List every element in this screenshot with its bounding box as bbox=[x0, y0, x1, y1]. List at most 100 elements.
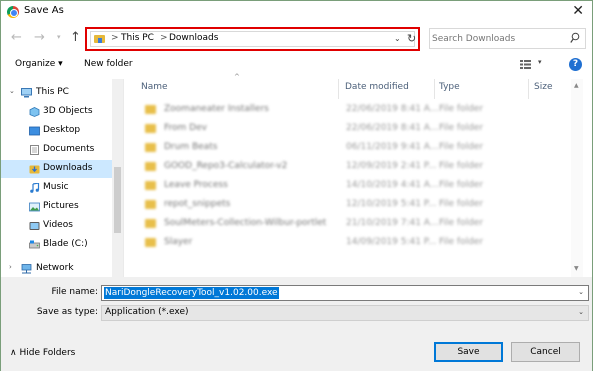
collapse-chevron-icon[interactable]: ⌄ bbox=[9, 87, 15, 95]
save-as-type-label: Save as type: bbox=[36, 307, 98, 317]
file-type: File folder bbox=[439, 199, 484, 209]
breadcrumb-this-pc[interactable]: This PC bbox=[121, 33, 154, 43]
nav-scrollbar[interactable] bbox=[112, 79, 123, 277]
file-date: 14/10/2019 4:41 A... bbox=[346, 180, 439, 190]
nav-item-this-pc[interactable]: ⌄ This PC bbox=[1, 84, 112, 102]
file-list-scrollbar[interactable]: ▲ ▼ bbox=[571, 79, 583, 277]
column-divider[interactable] bbox=[338, 79, 339, 99]
save-button[interactable]: Save bbox=[434, 342, 503, 362]
file-list: ^ Name Date modified Type Size Zoomaneat… bbox=[125, 73, 592, 277]
cancel-button[interactable]: Cancel bbox=[511, 342, 580, 362]
file-date: 22/06/2019 8:41 A... bbox=[346, 104, 439, 114]
folder-icon bbox=[145, 238, 156, 247]
file-row[interactable]: GOOD_Repo3-Calculator-v2 12/09/2019 2:41… bbox=[125, 158, 565, 176]
file-name: Slayer bbox=[164, 237, 193, 247]
scroll-up-icon[interactable]: ▲ bbox=[574, 82, 579, 89]
save-as-type-value: Application (*.exe) bbox=[105, 307, 189, 317]
address-dropdown-icon[interactable]: ⌄ bbox=[394, 34, 401, 43]
nav-item-documents[interactable]: Documents bbox=[1, 141, 112, 159]
file-row[interactable]: Slayer 14/09/2019 5:41 P... File folder bbox=[125, 234, 565, 252]
file-name-dropdown-icon[interactable]: ⌄ bbox=[578, 288, 584, 296]
nav-item-label: Network bbox=[36, 263, 74, 273]
search-box[interactable] bbox=[429, 28, 586, 49]
file-name-field[interactable]: NariDongleRecoveryTool_v1.02.00.exe ⌄ bbox=[101, 285, 589, 301]
column-header-size[interactable]: Size bbox=[534, 82, 552, 92]
hide-folders-button[interactable]: ∧ Hide Folders bbox=[10, 348, 75, 358]
file-type: File folder bbox=[439, 180, 484, 190]
file-name: repot_snippets bbox=[164, 199, 231, 209]
nav-item-label: 3D Objects bbox=[43, 106, 93, 116]
view-options-icon[interactable] bbox=[520, 60, 531, 69]
column-divider[interactable] bbox=[434, 79, 435, 99]
file-row[interactable]: Drum Beats 06/11/2019 9:41 A... File fol… bbox=[125, 139, 565, 157]
folder-icon bbox=[145, 124, 156, 133]
column-divider[interactable] bbox=[528, 79, 529, 99]
file-name: Zoomaneater Installers bbox=[164, 104, 269, 114]
column-header-name[interactable]: Name bbox=[141, 82, 168, 92]
view-dropdown-icon[interactable]: ▾ bbox=[538, 58, 542, 66]
file-name: SoulMeters-Collection-Wilbur-portlet bbox=[164, 218, 327, 228]
save-as-type-select[interactable]: Application (*.exe) ⌄ bbox=[101, 305, 589, 321]
address-bar[interactable]: > This PC > Downloads ⌄ ↻ bbox=[90, 31, 416, 47]
pc-icon bbox=[21, 88, 32, 98]
nav-item-pictures[interactable]: Pictures bbox=[1, 198, 112, 216]
nav-scrollbar-thumb[interactable] bbox=[114, 167, 121, 233]
scroll-down-icon[interactable]: ▼ bbox=[574, 265, 579, 272]
music-folder-icon bbox=[30, 183, 40, 193]
new-folder-button[interactable]: New folder bbox=[84, 59, 133, 69]
file-name: From Dev bbox=[164, 123, 207, 133]
file-row[interactable]: SoulMeters-Collection-Wilbur-portlet 21/… bbox=[125, 215, 565, 233]
nav-item-3d-objects[interactable]: 3D Objects bbox=[1, 103, 112, 121]
drive-icon bbox=[29, 240, 40, 249]
expand-chevron-icon[interactable]: › bbox=[9, 263, 12, 271]
folder-icon bbox=[145, 105, 156, 114]
nav-item-desktop[interactable]: Desktop bbox=[1, 122, 112, 140]
recent-locations-chevron-icon[interactable]: ▾ bbox=[57, 33, 61, 41]
save-as-type-dropdown-icon[interactable]: ⌄ bbox=[578, 308, 584, 316]
chrome-icon bbox=[7, 6, 19, 18]
nav-item-music[interactable]: Music bbox=[1, 179, 112, 197]
documents-folder-icon bbox=[30, 145, 39, 155]
file-name: Leave Process bbox=[164, 180, 228, 190]
file-row[interactable]: repot_snippets 12/10/2019 5:41 P... File… bbox=[125, 196, 565, 214]
search-input[interactable] bbox=[432, 32, 562, 45]
folder-icon bbox=[145, 219, 156, 228]
nav-item-network[interactable]: › Network bbox=[1, 260, 112, 278]
up-arrow-icon[interactable]: ↑ bbox=[70, 30, 81, 45]
file-name-value[interactable]: NariDongleRecoveryTool_v1.02.00.exe bbox=[104, 287, 279, 299]
column-header-date[interactable]: Date modified bbox=[345, 82, 409, 92]
file-row[interactable]: From Dev 22/06/2019 8:41 A... File folde… bbox=[125, 120, 565, 138]
nav-item-label: Videos bbox=[43, 220, 73, 230]
search-icon[interactable] bbox=[570, 32, 580, 44]
file-name: GOOD_Repo3-Calculator-v2 bbox=[164, 161, 288, 171]
cube-folder-icon bbox=[29, 107, 40, 117]
organize-menu[interactable]: Organize ▾ bbox=[15, 59, 63, 69]
navigation-pane: ⌄ This PC 3D Objects Desktop Documents D… bbox=[1, 79, 124, 277]
nav-item-blade-drive[interactable]: Blade (C:) bbox=[1, 236, 112, 254]
file-type: File folder bbox=[439, 161, 484, 171]
file-type: File folder bbox=[439, 142, 484, 152]
file-row[interactable]: Leave Process 14/10/2019 4:41 A... File … bbox=[125, 177, 565, 195]
refresh-icon[interactable]: ↻ bbox=[407, 32, 416, 45]
file-date: 14/09/2019 5:41 P... bbox=[346, 237, 437, 247]
close-button[interactable]: ✕ bbox=[572, 3, 584, 19]
help-icon[interactable]: ? bbox=[569, 58, 582, 71]
nav-item-label: Pictures bbox=[43, 201, 79, 211]
nav-item-videos[interactable]: Videos bbox=[1, 217, 112, 235]
file-date: 22/06/2019 8:41 A... bbox=[346, 123, 439, 133]
column-header-type[interactable]: Type bbox=[439, 82, 460, 92]
network-icon bbox=[21, 264, 32, 274]
folder-icon bbox=[145, 200, 156, 209]
breadcrumb-separator-icon: > bbox=[111, 33, 119, 43]
breadcrumb-downloads[interactable]: Downloads bbox=[169, 33, 218, 43]
back-arrow-icon[interactable]: ← bbox=[11, 30, 22, 45]
forward-arrow-icon[interactable]: → bbox=[34, 30, 45, 45]
file-type: File folder bbox=[439, 237, 484, 247]
nav-item-downloads[interactable]: Downloads bbox=[1, 160, 112, 178]
dialog-title: Save As bbox=[24, 5, 64, 16]
file-type: File folder bbox=[439, 104, 484, 114]
file-row[interactable]: Zoomaneater Installers 22/06/2019 8:41 A… bbox=[125, 101, 565, 119]
folder-icon bbox=[145, 181, 156, 190]
nav-item-label: Documents bbox=[43, 144, 95, 154]
file-type: File folder bbox=[439, 218, 484, 228]
